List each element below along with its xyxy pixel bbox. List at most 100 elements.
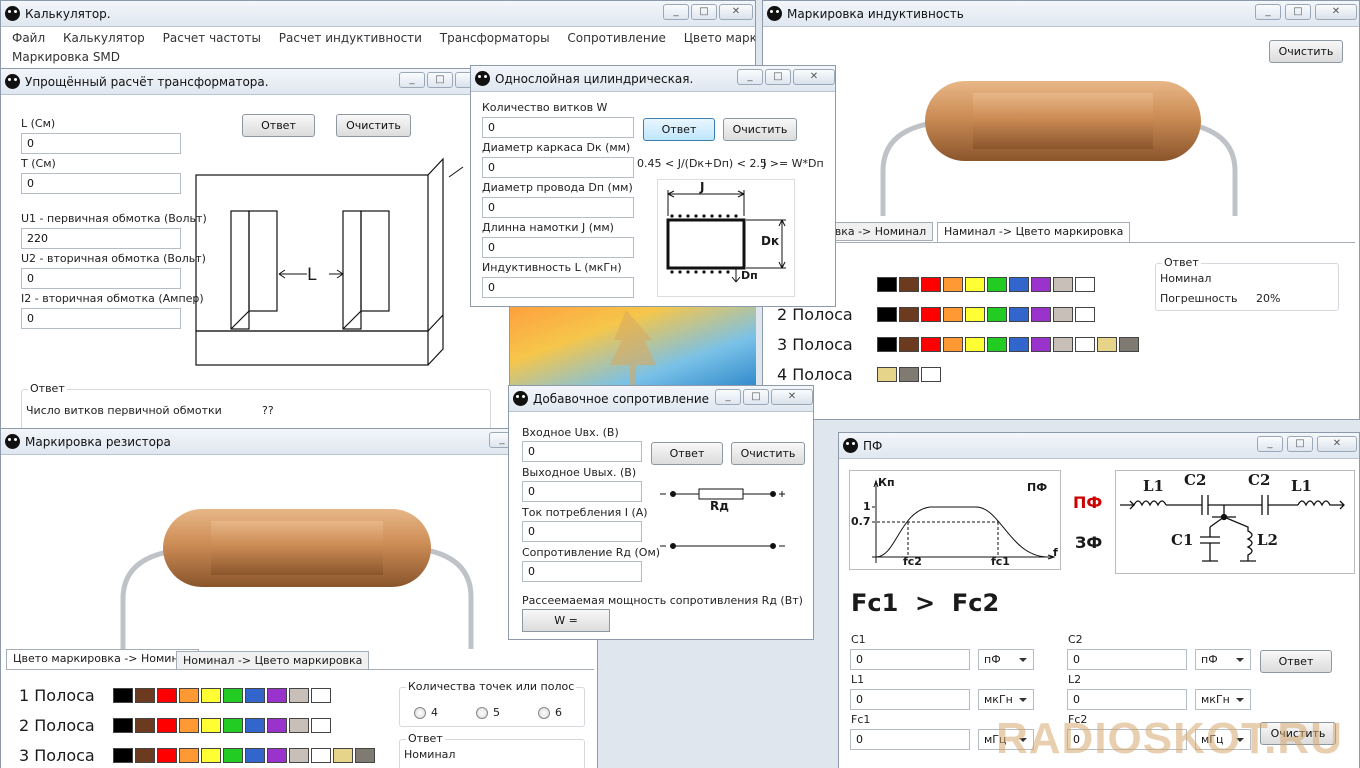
color-swatch[interactable] <box>899 277 919 292</box>
c2-input[interactable]: 0 <box>1067 649 1187 670</box>
color-swatch[interactable] <box>135 748 155 763</box>
color-swatch[interactable] <box>921 277 941 292</box>
color-swatch[interactable] <box>267 688 287 703</box>
l2-unit-select[interactable]: мкГн <box>1195 689 1251 710</box>
radio-4[interactable]: 4 <box>414 706 438 719</box>
clear-button[interactable]: Очистить <box>731 442 805 465</box>
close-button[interactable]: ✕ <box>719 4 753 20</box>
turns-input[interactable]: 0 <box>482 117 634 138</box>
color-swatch[interactable] <box>179 748 199 763</box>
color-swatch[interactable] <box>1031 337 1051 352</box>
color-swatch[interactable] <box>921 367 941 382</box>
color-swatch[interactable] <box>1053 337 1073 352</box>
minimize-button[interactable]: _ <box>1255 4 1281 20</box>
color-swatch[interactable] <box>1075 337 1095 352</box>
color-swatch[interactable] <box>943 337 963 352</box>
color-swatch[interactable] <box>223 688 243 703</box>
color-swatch[interactable] <box>311 718 331 733</box>
color-swatch[interactable] <box>1075 277 1095 292</box>
color-swatch[interactable] <box>1009 337 1029 352</box>
color-swatch[interactable] <box>157 688 177 703</box>
color-swatch[interactable] <box>289 748 309 763</box>
radio-circle[interactable] <box>538 707 550 719</box>
menu-transformers[interactable]: Трансформаторы <box>440 31 550 45</box>
inductance-input[interactable]: 0 <box>482 277 634 298</box>
maximize-button[interactable]: □ <box>1285 4 1311 20</box>
menu-smd[interactable]: Маркировка SMD <box>12 50 120 64</box>
color-swatch[interactable] <box>113 718 133 733</box>
color-swatch[interactable] <box>1053 277 1073 292</box>
maximize-button[interactable]: □ <box>691 4 717 20</box>
t-input[interactable]: 0 <box>21 173 181 194</box>
color-swatch[interactable] <box>267 748 287 763</box>
maximize-button[interactable]: □ <box>743 389 769 405</box>
color-swatch[interactable] <box>311 688 331 703</box>
color-swatch[interactable] <box>355 748 375 763</box>
color-swatch[interactable] <box>943 277 963 292</box>
bandstop-mode-label[interactable]: ЗФ <box>1075 533 1102 552</box>
maximize-button[interactable]: □ <box>427 72 453 88</box>
bandpass-mode-label[interactable]: ПФ <box>1073 493 1102 512</box>
answer-button[interactable]: Ответ <box>1260 650 1332 673</box>
color-swatch[interactable] <box>1031 307 1051 322</box>
close-button[interactable]: ✕ <box>771 389 813 405</box>
color-swatch[interactable] <box>179 688 199 703</box>
clear-button[interactable]: Очистить <box>336 114 411 137</box>
color-swatch[interactable] <box>1097 337 1117 352</box>
close-button[interactable]: ✕ <box>793 69 835 85</box>
wire-input[interactable]: 0 <box>482 197 634 218</box>
color-swatch[interactable] <box>921 337 941 352</box>
color-swatch[interactable] <box>899 337 919 352</box>
c1-unit-select[interactable]: пФ <box>978 649 1034 670</box>
minimize-button[interactable]: _ <box>715 389 741 405</box>
color-swatch[interactable] <box>311 748 331 763</box>
color-swatch[interactable] <box>965 337 985 352</box>
i2-input[interactable]: 0 <box>21 308 181 329</box>
color-swatch[interactable] <box>135 718 155 733</box>
frame-input[interactable]: 0 <box>482 157 634 178</box>
fc1-input[interactable]: 0 <box>850 729 970 750</box>
color-swatch[interactable] <box>877 367 897 382</box>
l1-unit-select[interactable]: мкГн <box>978 689 1034 710</box>
color-swatch[interactable] <box>201 718 221 733</box>
menu-file[interactable]: Файл <box>12 31 45 45</box>
color-swatch[interactable] <box>965 277 985 292</box>
vin-input[interactable]: 0 <box>522 441 642 462</box>
title-bar[interactable]: Калькулятор. _ □ ✕ <box>1 1 755 27</box>
title-bar[interactable]: Однослойная цилиндрическая. _ □ ✕ <box>471 66 835 92</box>
color-swatch[interactable] <box>113 748 133 763</box>
color-swatch[interactable] <box>965 307 985 322</box>
u1-input[interactable]: 220 <box>21 228 181 249</box>
color-swatch[interactable] <box>201 688 221 703</box>
color-swatch[interactable] <box>157 718 177 733</box>
title-bar[interactable]: Добавочное сопротивление _ □ ✕ <box>509 386 813 412</box>
color-swatch[interactable] <box>877 337 897 352</box>
color-swatch[interactable] <box>245 718 265 733</box>
color-swatch[interactable] <box>267 718 287 733</box>
vout-input[interactable]: 0 <box>522 481 642 502</box>
radio-6[interactable]: 6 <box>538 706 562 719</box>
answer-button[interactable]: Ответ <box>242 114 315 137</box>
color-swatch[interactable] <box>899 367 919 382</box>
l1-input[interactable]: 0 <box>850 689 970 710</box>
color-swatch[interactable] <box>877 307 897 322</box>
color-swatch[interactable] <box>987 337 1007 352</box>
color-swatch[interactable] <box>245 748 265 763</box>
l2-input[interactable]: 0 <box>1067 689 1187 710</box>
maximize-button[interactable]: □ <box>765 69 791 85</box>
title-bar[interactable]: ПФ _ □ ✕ <box>839 433 1359 459</box>
l-input[interactable]: 0 <box>21 133 181 154</box>
color-swatch[interactable] <box>1119 337 1139 352</box>
title-bar[interactable]: Упрощённый расчёт трансформатора. _ □ ✕ <box>1 69 509 95</box>
u2-input[interactable]: 0 <box>21 268 181 289</box>
resistance-input[interactable]: 0 <box>522 561 642 582</box>
color-swatch[interactable] <box>987 307 1007 322</box>
color-swatch[interactable] <box>201 748 221 763</box>
tab-color-to-nominal[interactable]: Цвето маркировка -> Номинал <box>6 649 200 670</box>
radio-circle[interactable] <box>476 707 488 719</box>
color-swatch[interactable] <box>135 688 155 703</box>
color-swatch[interactable] <box>113 688 133 703</box>
menu-resistance[interactable]: Сопротивление <box>567 31 665 45</box>
maximize-button[interactable]: □ <box>1287 436 1313 452</box>
color-swatch[interactable] <box>157 748 177 763</box>
